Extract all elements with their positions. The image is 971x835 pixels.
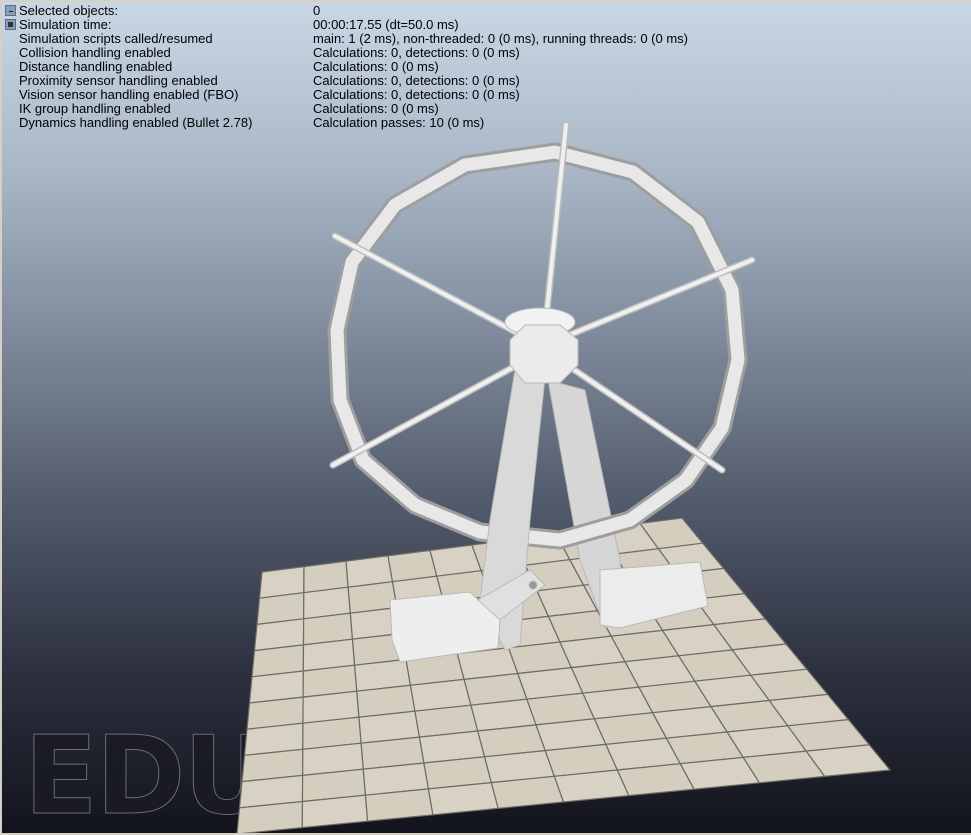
info-value: Calculations: 0, detections: 0 (0 ms) [313,45,520,60]
info-label: Dynamics handling enabled (Bullet 2.78) [19,115,253,130]
collapse-toggle-icon[interactable] [5,5,16,16]
floor-tile [553,769,630,803]
info-value: main: 1 (2 ms), non-threaded: 0 (0 ms), … [313,31,688,46]
info-label: Collision handling enabled [19,45,171,60]
info-value: Calculations: 0 (0 ms) [313,59,439,74]
display-toggle-icon[interactable] [5,19,16,30]
floor-tile [490,775,565,810]
crank-hole [528,580,538,590]
3d-viewport[interactable]: EDU Selected objects: 0 Simulation time:… [2,2,971,833]
floor [236,517,892,833]
info-label: Simulation scripts called/resumed [19,31,213,46]
info-value: 00:00:17.55 (dt=50.0 ms) [313,17,459,32]
floor-tile [427,781,499,816]
info-label: Selected objects: [19,3,119,18]
floor-tile [301,794,369,829]
info-label: Simulation time: [19,17,112,32]
info-value: 0 [313,3,321,18]
info-label: Distance handling enabled [19,59,173,74]
info-label: Proximity sensor handling enabled [19,73,218,88]
wheel-spokes [329,121,756,474]
hub [509,324,579,384]
info-value: Calculation passes: 10 (0 ms) [313,115,485,130]
info-value: Calculations: 0 (0 ms) [313,101,439,116]
info-value: Calculations: 0, detections: 0 (0 ms) [313,73,520,88]
wheel-spokes-hl [331,123,754,472]
info-value: Calculations: 0, detections: 0 (0 ms) [313,87,520,102]
info-label: Vision sensor handling enabled (FBO) [19,87,239,102]
info-label: IK group handling enabled [19,101,171,116]
floor-tile [364,788,434,822]
